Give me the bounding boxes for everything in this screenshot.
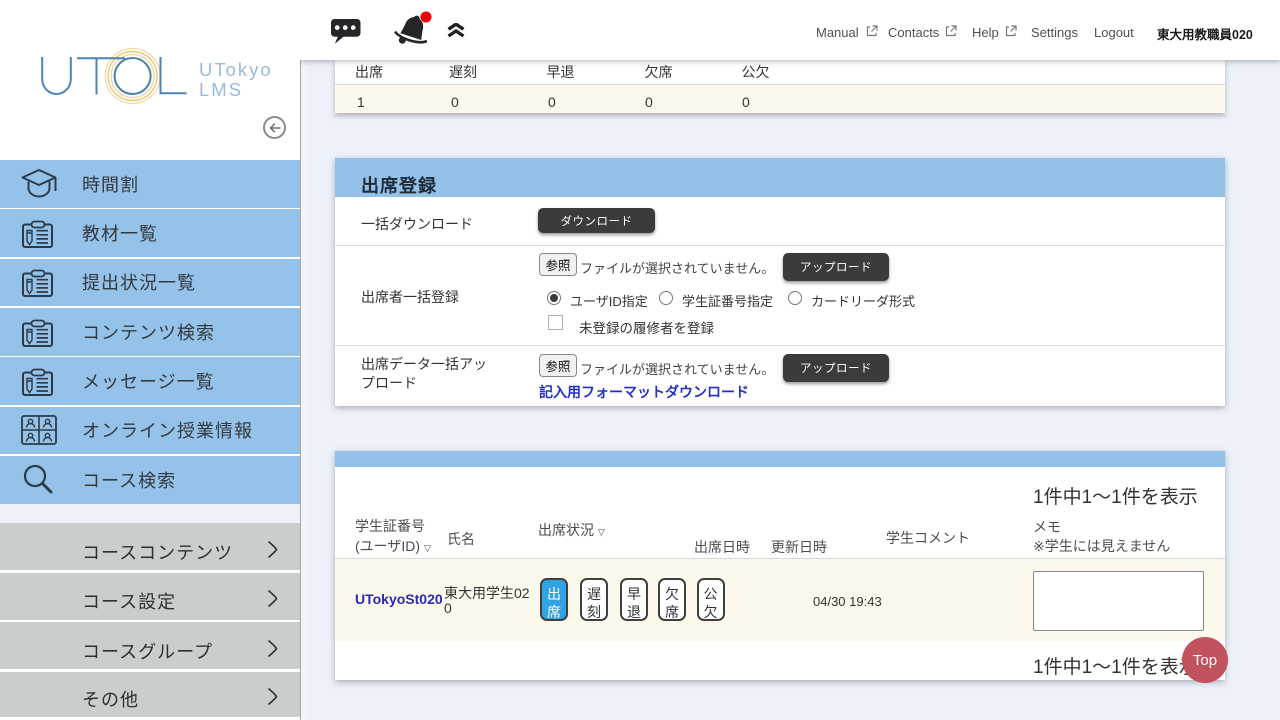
svg-text:UTokyo: UTokyo [199,59,273,80]
svg-text:LMS: LMS [199,79,243,100]
